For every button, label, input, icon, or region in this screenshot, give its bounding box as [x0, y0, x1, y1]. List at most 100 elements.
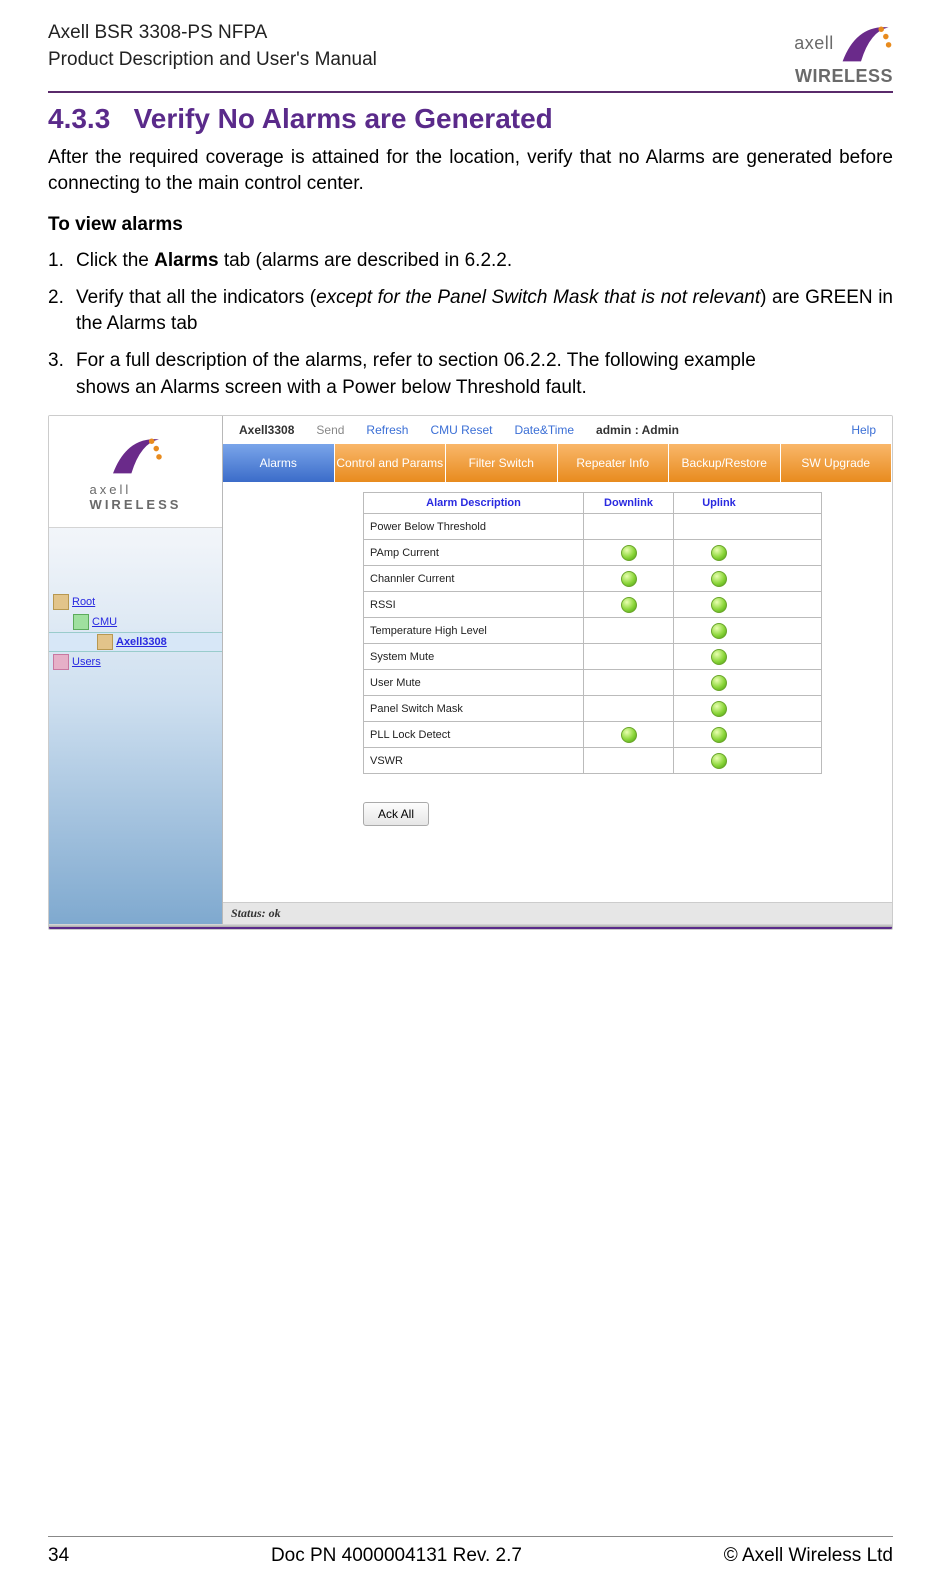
folder-icon: [97, 634, 113, 650]
ack-all-button[interactable]: Ack All: [363, 802, 429, 826]
status-led-icon: [621, 545, 637, 561]
alarm-downlink-cell: [584, 748, 674, 773]
tab-sw-upgrade[interactable]: SW Upgrade: [781, 444, 893, 482]
alarm-row: RSSI: [363, 592, 822, 618]
tree-cmu[interactable]: CMU: [49, 612, 222, 632]
alarm-label: Power Below Threshold: [364, 514, 584, 539]
status-led-icon: [711, 753, 727, 769]
alarm-downlink-cell: [584, 540, 674, 565]
alarm-uplink-cell: [674, 618, 764, 643]
alarm-rows: Power Below ThresholdPAmp CurrentChannle…: [363, 514, 822, 774]
alarm-downlink-cell: [584, 696, 674, 721]
app-frame: axellWIRELESS Root CMU Axell3308 Users: [48, 415, 893, 930]
alarm-downlink-cell: [584, 722, 674, 747]
main-panel: Axell3308 Send Refresh CMU Reset Date&Ti…: [223, 416, 892, 924]
tree-axell-link[interactable]: Axell3308: [116, 636, 167, 648]
tab-control-params[interactable]: Control and Params: [335, 444, 447, 482]
status-led-icon: [711, 649, 727, 665]
status-led-icon: [711, 727, 727, 743]
toolbar-send[interactable]: Send: [316, 423, 344, 437]
alarm-downlink-cell: [584, 644, 674, 669]
subhead: To view alarms: [48, 214, 893, 236]
section-title: Verify No Alarms are Generated: [134, 103, 553, 134]
section-heading: 4.3.3 Verify No Alarms are Generated: [48, 103, 893, 135]
header-line1: Axell BSR 3308-PS NFPA: [48, 20, 377, 47]
alarm-downlink-cell: [584, 566, 674, 591]
step-3: For a full description of the alarms, re…: [76, 348, 893, 401]
logo-text-bold: WIRELESS: [795, 66, 893, 86]
alarm-uplink-cell: [674, 722, 764, 747]
alarm-label: PLL Lock Detect: [364, 722, 584, 747]
tab-filter-switch[interactable]: Filter Switch: [446, 444, 558, 482]
toolbar-datetime[interactable]: Date&Time: [514, 423, 574, 437]
alarm-downlink-cell: [584, 592, 674, 617]
toolbar-cmu-reset[interactable]: CMU Reset: [430, 423, 492, 437]
status-bar: Status: ok: [223, 902, 892, 924]
alarm-row: System Mute: [363, 644, 822, 670]
tree-root[interactable]: Root: [49, 592, 222, 612]
alarm-label: Temperature High Level: [364, 618, 584, 643]
alarm-row: Panel Switch Mask: [363, 696, 822, 722]
alarm-table-header: Alarm Description Downlink Uplink: [363, 492, 822, 514]
page-footer: 34 Doc PN 4000004131 Rev. 2.7 © Axell Wi…: [48, 1536, 893, 1567]
toolbar: Axell3308 Send Refresh CMU Reset Date&Ti…: [223, 416, 892, 444]
logo-text-light: axell: [794, 33, 834, 53]
tree-users-link[interactable]: Users: [72, 656, 101, 668]
toolbar-help[interactable]: Help: [851, 423, 876, 437]
step-1: Click the Alarms tab (alarms are describ…: [76, 248, 893, 275]
alarm-row: VSWR: [363, 748, 822, 774]
tab-backup-restore[interactable]: Backup/Restore: [669, 444, 781, 482]
tab-bar: Alarms Control and Params Filter Switch …: [223, 444, 892, 482]
footer-copy: © Axell Wireless Ltd: [724, 1545, 893, 1567]
tab-repeater-info[interactable]: Repeater Info: [558, 444, 670, 482]
tree-cmu-link[interactable]: CMU: [92, 616, 117, 628]
alarm-label: PAmp Current: [364, 540, 584, 565]
alarm-row: Channler Current: [363, 566, 822, 592]
col-desc: Alarm Description: [364, 493, 584, 513]
footer-doc: Doc PN 4000004131 Rev. 2.7: [271, 1545, 522, 1567]
folder-icon: [53, 594, 69, 610]
alarm-uplink-cell: [674, 748, 764, 773]
toolbar-admin: admin : Admin: [596, 423, 679, 437]
alarm-row: Temperature High Level: [363, 618, 822, 644]
alarm-label: Panel Switch Mask: [364, 696, 584, 721]
alarm-downlink-cell: [584, 618, 674, 643]
alarm-row: PAmp Current: [363, 540, 822, 566]
tree-root-link[interactable]: Root: [72, 596, 95, 608]
toolbar-refresh[interactable]: Refresh: [366, 423, 408, 437]
status-led-icon: [711, 623, 727, 639]
alarm-downlink-cell: [584, 514, 674, 539]
status-led-icon: [711, 545, 727, 561]
alarm-row: PLL Lock Detect: [363, 722, 822, 748]
step-2: Verify that all the indicators (except f…: [76, 285, 893, 338]
alarm-uplink-cell: [674, 670, 764, 695]
col-uplink: Uplink: [674, 493, 764, 513]
alarm-label: Channler Current: [364, 566, 584, 591]
sidebar: axellWIRELESS Root CMU Axell3308 Users: [49, 416, 223, 924]
folder-icon: [73, 614, 89, 630]
tree-axell3308[interactable]: Axell3308: [49, 632, 222, 652]
status-led-icon: [711, 701, 727, 717]
toolbar-device-name: Axell3308: [239, 423, 294, 437]
status-led-icon: [711, 675, 727, 691]
sidebar-brand: axellWIRELESS: [49, 416, 222, 528]
alarm-uplink-cell: [674, 566, 764, 591]
content-area: Alarm Description Downlink Uplink Power …: [223, 482, 892, 902]
swoosh-icon: [838, 20, 893, 66]
tab-alarms[interactable]: Alarms: [223, 444, 335, 482]
status-led-icon: [621, 571, 637, 587]
status-led-icon: [621, 727, 637, 743]
header-line2: Product Description and User's Manual: [48, 47, 377, 74]
alarm-uplink-cell: [674, 644, 764, 669]
alarm-row: Power Below Threshold: [363, 514, 822, 540]
tree-users[interactable]: Users: [49, 652, 222, 672]
alarm-uplink-cell: [674, 592, 764, 617]
swoosh-icon: [104, 432, 168, 478]
footer-page: 34: [48, 1545, 69, 1567]
alarm-uplink-cell: [674, 540, 764, 565]
alarm-row: User Mute: [363, 670, 822, 696]
status-led-icon: [711, 571, 727, 587]
page-header: Axell BSR 3308-PS NFPA Product Descripti…: [48, 20, 893, 93]
alarm-downlink-cell: [584, 670, 674, 695]
alarm-uplink-cell: [674, 696, 764, 721]
